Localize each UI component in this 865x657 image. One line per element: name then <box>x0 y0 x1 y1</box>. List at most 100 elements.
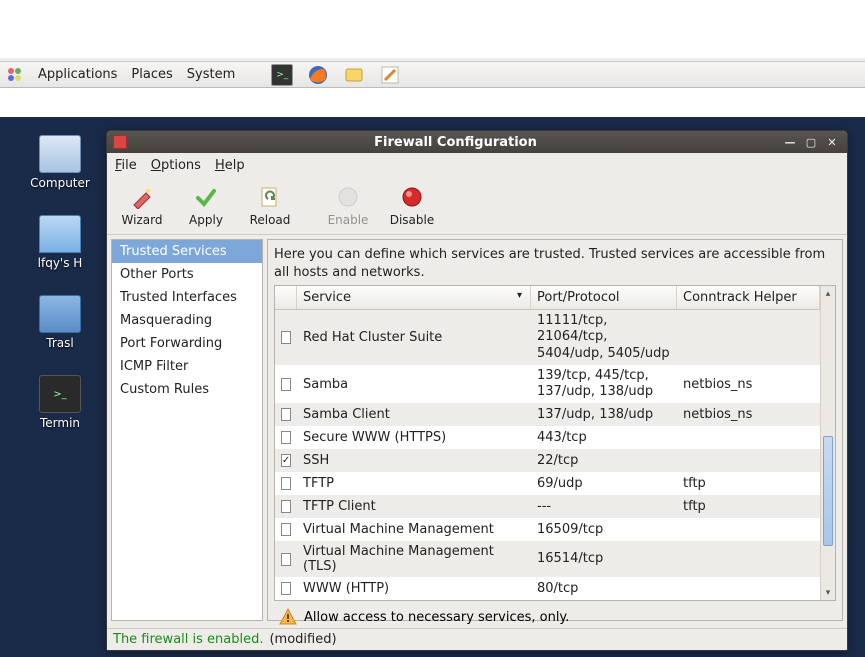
service-name-cell: Secure WWW (HTTPS) <box>297 427 531 448</box>
conntrack-cell <box>677 527 820 533</box>
service-checkbox[interactable] <box>281 477 291 490</box>
check-icon <box>194 185 218 209</box>
service-checkbox[interactable] <box>281 408 291 421</box>
pane-description: Here you can define which services are t… <box>274 246 836 281</box>
conntrack-cell <box>677 334 820 340</box>
table-row[interactable]: Secure WWW (HTTPS)443/tcp <box>275 426 820 449</box>
port-cell: 16514/tcp <box>531 548 677 570</box>
services-table: Service Port/Protocol Conntrack Helper R… <box>274 285 836 601</box>
disable-dot-icon <box>400 185 424 209</box>
table-row[interactable]: Virtual Machine Management (TLS)16514/tc… <box>275 541 820 577</box>
sidebar-item-other-ports[interactable]: Other Ports <box>112 263 262 286</box>
conntrack-cell <box>677 458 820 464</box>
service-checkbox[interactable] <box>281 331 291 344</box>
firewall-config-window: Firewall Configuration — ▢ ✕ File Option… <box>106 130 848 651</box>
minimize-button[interactable]: — <box>781 135 799 149</box>
conntrack-cell: tftp <box>677 473 820 494</box>
checkbox-column-header[interactable] <box>275 286 297 309</box>
service-name-cell: Virtual Machine Management <box>297 519 531 540</box>
table-row[interactable]: ✓SSH22/tcp <box>275 449 820 472</box>
desktop-trash-icon[interactable]: Trasl <box>20 295 100 350</box>
port-column-header[interactable]: Port/Protocol <box>531 286 677 309</box>
service-checkbox[interactable] <box>281 500 291 513</box>
disable-button[interactable]: Disable <box>381 179 443 233</box>
firefox-launcher-icon[interactable] <box>307 64 329 86</box>
wizard-button[interactable]: Wizard <box>111 179 173 233</box>
desktop-terminal-icon[interactable]: >_ Termin <box>20 375 100 430</box>
port-cell: 80/tcp <box>531 578 677 600</box>
apply-button[interactable]: Apply <box>175 179 237 233</box>
help-launcher-icon[interactable] <box>343 64 365 86</box>
table-row[interactable]: Red Hat Cluster Suite11111/tcp, 21064/tc… <box>275 310 820 365</box>
conntrack-cell <box>677 556 820 562</box>
table-row[interactable]: Samba139/tcp, 445/tcp, 137/udp, 138/udpn… <box>275 365 820 404</box>
service-checkbox[interactable] <box>281 553 291 566</box>
places-menu[interactable]: Places <box>131 67 172 82</box>
service-checkbox[interactable] <box>281 431 291 444</box>
warning-text: Allow access to necessary services, only… <box>304 610 569 625</box>
status-modified-text: (modified) <box>269 632 336 647</box>
sidebar-item-trusted-interfaces[interactable]: Trusted Interfaces <box>112 286 262 309</box>
service-checkbox[interactable]: ✓ <box>281 454 291 467</box>
scroll-down-button[interactable]: ▾ <box>821 585 835 600</box>
toolbar: Wizard Apply Reload Enable Disable <box>107 177 847 235</box>
conntrack-column-header[interactable]: Conntrack Helper <box>677 286 820 309</box>
notes-launcher-icon[interactable] <box>379 64 401 86</box>
terminal-launcher-icon[interactable]: >_ <box>271 64 293 86</box>
sidebar-item-custom-rules[interactable]: Custom Rules <box>112 378 262 401</box>
conntrack-cell: tftp <box>677 496 820 517</box>
service-name-cell: Samba <box>297 374 531 395</box>
enable-dot-icon <box>336 185 360 209</box>
service-column-header[interactable]: Service <box>297 286 531 309</box>
service-name-cell: Samba Client <box>297 404 531 425</box>
table-row[interactable]: TFTP Client---tftp <box>275 495 820 518</box>
apps-icon <box>6 66 24 84</box>
desktop-home-icon[interactable]: lfqy's H <box>20 215 100 270</box>
reload-icon <box>258 185 282 209</box>
service-name-cell: TFTP <box>297 473 531 494</box>
service-checkbox[interactable] <box>281 378 291 391</box>
close-button[interactable]: ✕ <box>823 135 841 149</box>
help-menu[interactable]: Help <box>215 158 245 173</box>
wizard-icon <box>130 185 154 209</box>
table-header: Service Port/Protocol Conntrack Helper <box>275 286 820 310</box>
sidebar-item-trusted-services[interactable]: Trusted Services <box>112 240 262 263</box>
scroll-up-button[interactable]: ▴ <box>821 286 835 301</box>
service-checkbox[interactable] <box>281 523 291 536</box>
sidebar-item-icmp-filter[interactable]: ICMP Filter <box>112 355 262 378</box>
sidebar-item-port-forwarding[interactable]: Port Forwarding <box>112 332 262 355</box>
scrollbar-thumb[interactable] <box>823 436 833 546</box>
vertical-scrollbar[interactable]: ▴ ▾ <box>820 286 835 600</box>
conntrack-cell: netbios_ns <box>677 404 820 425</box>
options-menu[interactable]: Options <box>151 158 201 173</box>
file-menu[interactable]: File <box>115 158 137 173</box>
reload-button[interactable]: Reload <box>239 179 301 233</box>
menubar: File Options Help <box>107 153 847 177</box>
maximize-button[interactable]: ▢ <box>802 135 820 149</box>
warning-icon <box>278 607 298 627</box>
window-titlebar[interactable]: Firewall Configuration — ▢ ✕ <box>107 131 847 153</box>
firewall-app-icon <box>113 135 127 149</box>
table-row[interactable]: Samba Client137/udp, 138/udpnetbios_ns <box>275 403 820 426</box>
system-menu[interactable]: System <box>187 67 235 82</box>
desktop-computer-icon[interactable]: Computer <box>20 135 100 190</box>
service-name-cell: SSH <box>297 450 531 471</box>
conntrack-cell: netbios_ns <box>677 374 820 395</box>
sidebar-item-masquerading[interactable]: Masquerading <box>112 309 262 332</box>
port-cell: 139/tcp, 445/tcp, 137/udp, 138/udp <box>531 365 677 404</box>
service-name-cell: WWW (HTTP) <box>297 578 531 599</box>
enable-button: Enable <box>317 179 379 233</box>
gnome-top-panel: Applications Places System >_ <box>0 62 865 88</box>
main-pane: Here you can define which services are t… <box>267 239 843 621</box>
service-name-cell: Red Hat Cluster Suite <box>297 327 531 348</box>
window-title: Firewall Configuration <box>133 135 778 150</box>
category-sidebar: Trusted ServicesOther PortsTrusted Inter… <box>111 239 263 621</box>
table-row[interactable]: TFTP69/udptftp <box>275 472 820 495</box>
service-checkbox[interactable] <box>281 582 291 595</box>
applications-menu[interactable]: Applications <box>38 67 117 82</box>
table-row[interactable]: WWW (HTTP)80/tcp <box>275 577 820 600</box>
service-name-cell: TFTP Client <box>297 496 531 517</box>
statusbar: The firewall is enabled. (modified) <box>107 628 847 650</box>
table-row[interactable]: Virtual Machine Management16509/tcp <box>275 518 820 541</box>
conntrack-cell <box>677 586 820 592</box>
